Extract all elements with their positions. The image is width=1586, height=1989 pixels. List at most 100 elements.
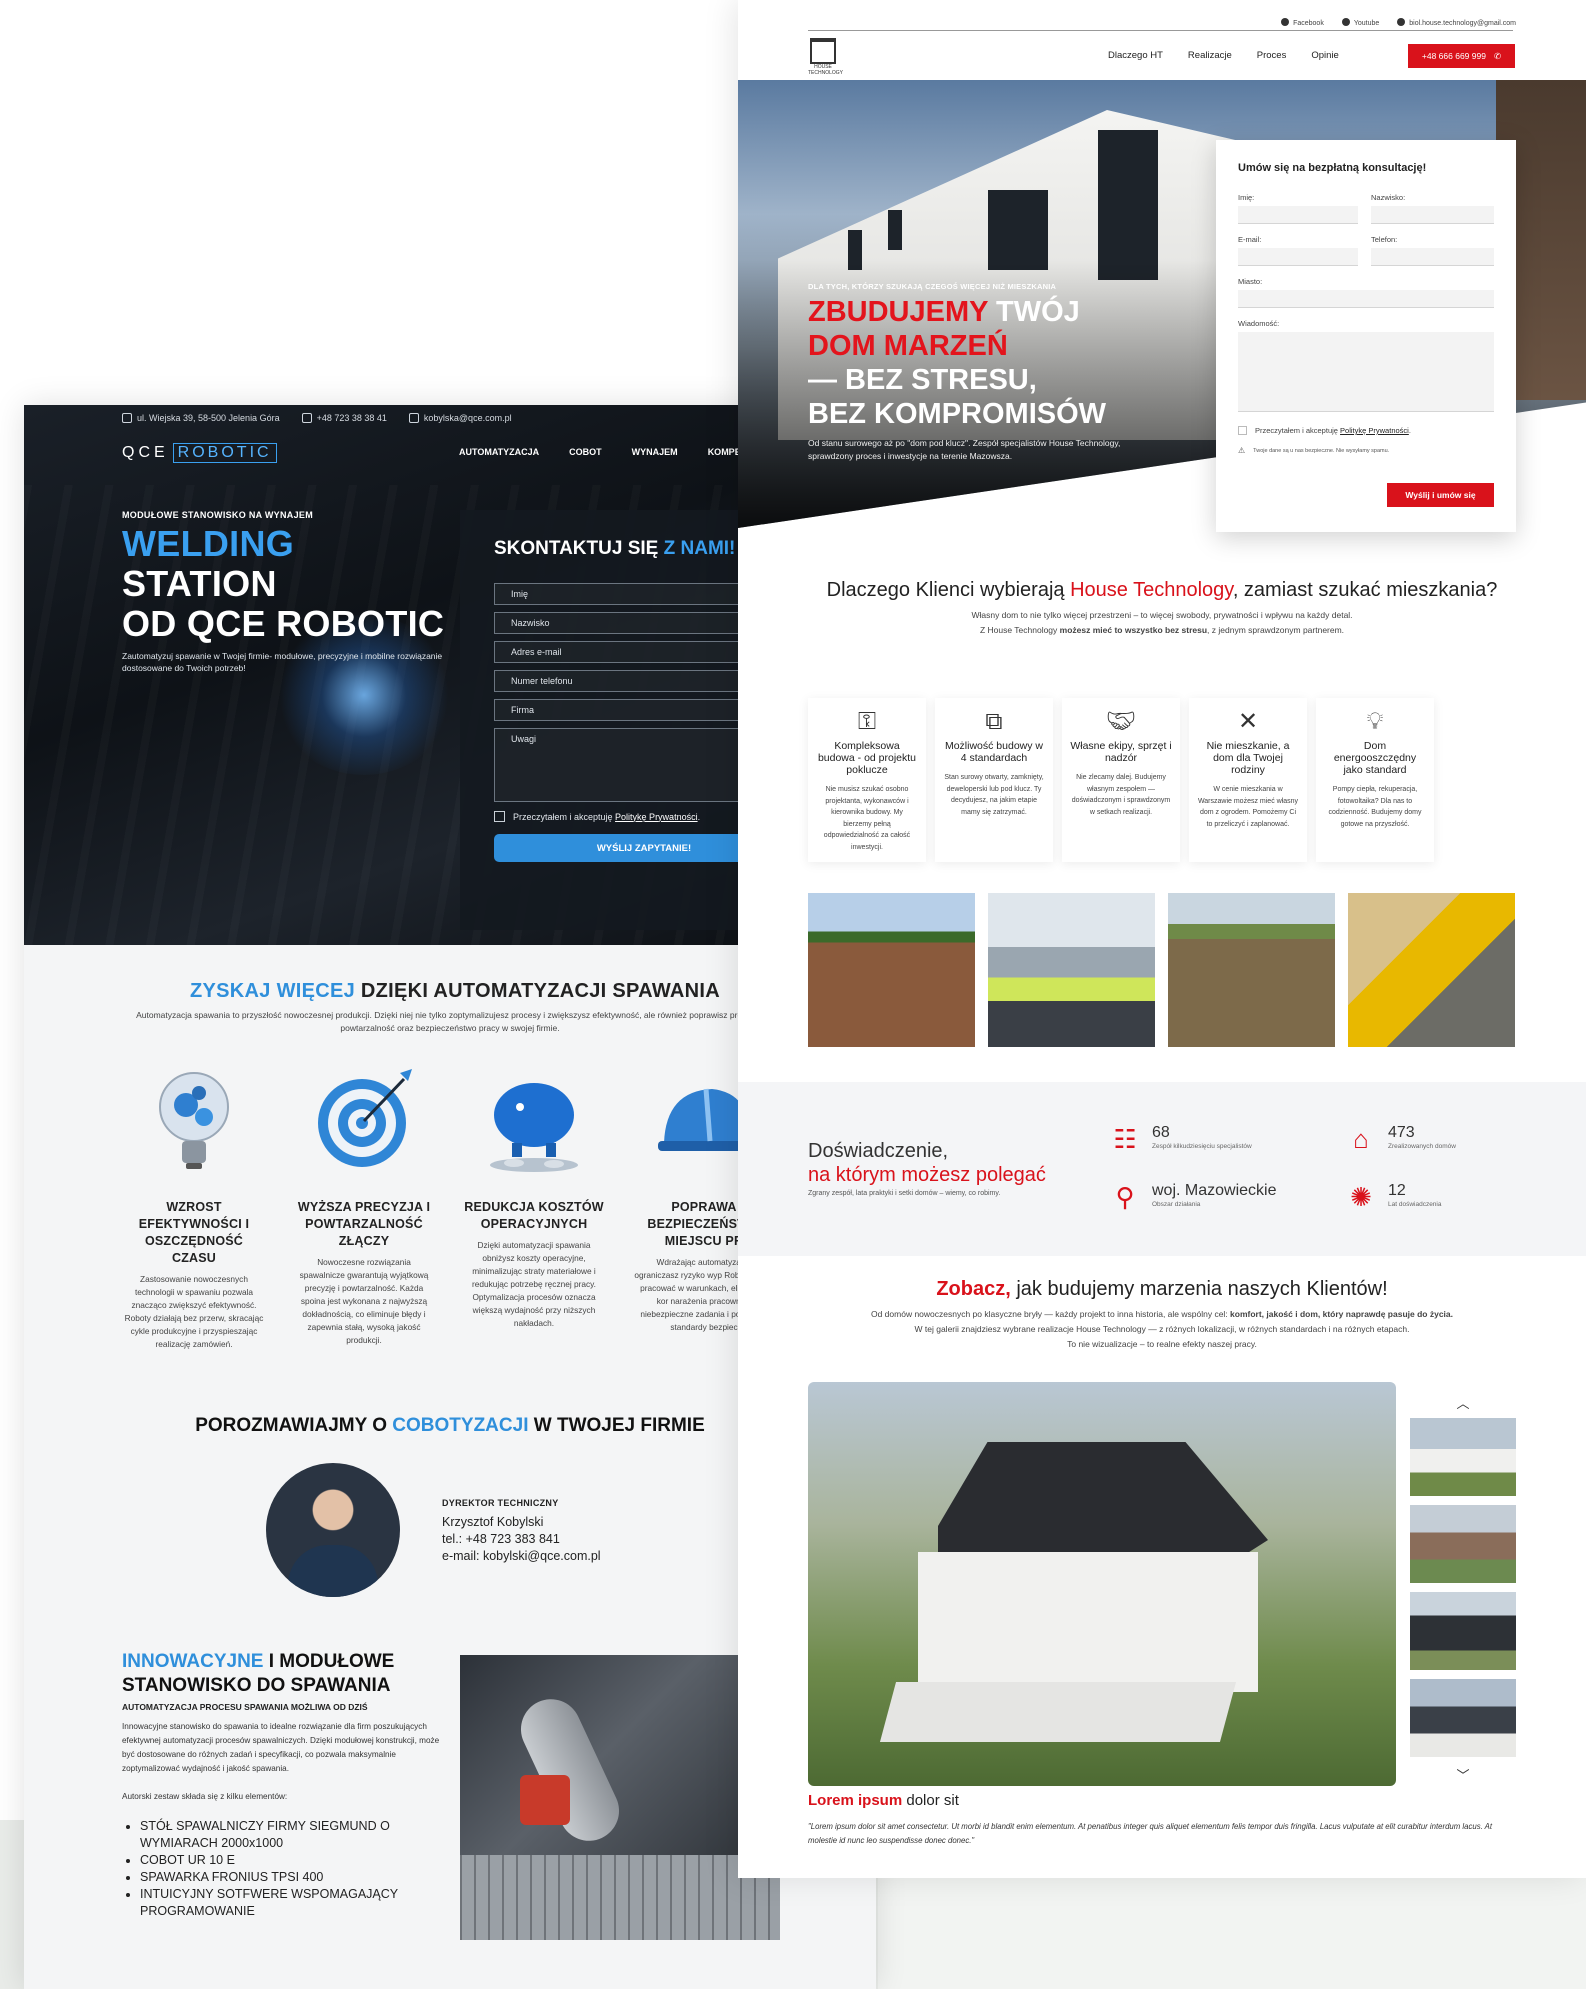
- stat-team: ☷ 68 Zespół kilkudziesięciu specjalistów: [1110, 1124, 1251, 1154]
- chevron-up-icon[interactable]: ︿: [1410, 1393, 1516, 1411]
- city-input[interactable]: [1238, 290, 1494, 308]
- warning-icon: ⚠: [1238, 446, 1246, 455]
- ht-hero-text: DLA TYCH, KTÓRZY SZUKAJĄ CZEGOŚ WIĘCEJ N…: [808, 282, 1128, 463]
- person-phone[interactable]: tel.: +48 723 383 841: [442, 1531, 601, 1548]
- phone-icon: ✆: [1493, 50, 1502, 61]
- nav-item-proces[interactable]: Proces: [1257, 50, 1287, 61]
- ht-header: Facebook Youtube biol.house.technology@g…: [738, 0, 1586, 80]
- chevron-down-icon[interactable]: ﹀: [1410, 1765, 1516, 1783]
- gallery-main-photo[interactable]: [808, 1382, 1396, 1786]
- hero-description: Od stanu surowego aż po "dom pod klucz".…: [808, 438, 1121, 461]
- house-logo-icon: [810, 38, 836, 64]
- card-energy-efficient: 💡︎ Dom energooszczędny jako standard Pompy…: [1316, 698, 1434, 862]
- gallery-thumb[interactable]: [1410, 1679, 1516, 1757]
- card-family-house: ✕ Nie mieszkanie, a dom dla Twojej rodzin…: [1189, 698, 1307, 862]
- handshake-icon: 🤝︎: [1105, 708, 1137, 735]
- gallery-caption: Lorem ipsum dolor sit: [808, 1792, 959, 1809]
- construction-photos: [808, 893, 1515, 1047]
- menu-item-cobot[interactable]: COBOT: [569, 447, 602, 457]
- privacy-checkbox[interactable]: [494, 811, 505, 822]
- stat-houses: ⌂ 473 Zrealizowanych domów: [1346, 1124, 1456, 1154]
- house-icon: ⌂: [1353, 1124, 1369, 1154]
- topbar-address[interactable]: ul. Wiejska 39, 58-500 Jelenia Góra: [122, 413, 280, 423]
- gallery-thumb[interactable]: [1410, 1505, 1516, 1583]
- gallery-thumb[interactable]: [1410, 1592, 1516, 1670]
- station-subtitle: AUTOMATYZACJA PROCESU SPAWANIA MOŻLIWA O…: [122, 1702, 368, 1712]
- gallery-quote: "Lorem ipsum dolor sit amet consectetur.…: [808, 1822, 1493, 1845]
- why-section: Dlaczego Klienci wybierają House Technol…: [738, 578, 1586, 638]
- person-role: DYREKTOR TECHNICZNY: [442, 1498, 559, 1508]
- key-icon: ⚿: [857, 708, 877, 735]
- experience-title: Doświadczenie, na którym możesz polegać: [808, 1140, 1046, 1186]
- first-name-input[interactable]: [1238, 206, 1358, 224]
- ht-logo[interactable]: HOUSE TECHNOLOGY: [808, 38, 843, 76]
- nav-item-opinie[interactable]: Opinie: [1311, 50, 1338, 61]
- gallery-section: Zobacz, jak budujemy marzenia naszych Kl…: [738, 1278, 1586, 1352]
- message-textarea[interactable]: [1238, 332, 1494, 412]
- facebook-link[interactable]: Facebook: [1281, 18, 1324, 27]
- cobot-photo: [460, 1655, 780, 1940]
- feature-cost-reduction: REDUKCJA KOSZTÓW OPERACYJNYCH Dzięki aut…: [464, 1065, 604, 1351]
- phone-icon: [301, 413, 312, 423]
- ht-social-links: Facebook Youtube biol.house.technology@g…: [1281, 18, 1516, 27]
- privacy-consent: Przeczytałem i akceptuję Politykę Prywat…: [1238, 426, 1411, 435]
- piggy-bank-icon: [484, 1065, 584, 1175]
- list-item: INTUICYJNY SOTFWERE WSPOMAGAJĄCY PROGRAM…: [140, 1886, 442, 1920]
- why-cards: ⚿ Kompleksowa budowa - od projektu pokluc…: [808, 698, 1434, 862]
- privacy-policy-link[interactable]: Politykę Prywatności: [1340, 426, 1409, 435]
- photo-excavator[interactable]: [1348, 893, 1515, 1047]
- send-button[interactable]: Wyślij i umów się: [1387, 483, 1494, 507]
- benefits-description: Automatyzacja spawania to przyszłość now…: [136, 1010, 764, 1033]
- phone-input[interactable]: [1371, 248, 1494, 266]
- topbar-phone[interactable]: +48 723 38 38 41: [301, 413, 387, 423]
- nav-item-dlaczego-ht[interactable]: Dlaczego HT: [1108, 50, 1163, 61]
- privacy-policy-link[interactable]: Politykę Prywatności: [615, 812, 698, 822]
- menu-item-automatyzacja[interactable]: AUTOMATYZACJA: [459, 447, 539, 457]
- feature-efficiency: WZROST EFEKTYWNOŚCI I OSZCZĘDNOŚĆ CZASU …: [124, 1065, 264, 1351]
- youtube-link[interactable]: Youtube: [1341, 18, 1379, 27]
- hero-kicker: DLA TYCH, KTÓRZY SZUKAJĄ CZEGOŚ WIĘCEJ N…: [808, 282, 1057, 291]
- topbar-email[interactable]: kobylska@qce.com.pl: [408, 413, 512, 423]
- menu-item-wynajem[interactable]: WYNAJEM: [632, 447, 678, 457]
- station-title: INNOWACYJNE I MODUŁOWE STANOWISKO DO SPA…: [122, 1651, 395, 1696]
- qce-logo[interactable]: QCE ROBOTIC: [122, 443, 277, 463]
- location-pin-icon: ⚲: [1115, 1182, 1135, 1212]
- facebook-icon: [1281, 18, 1290, 26]
- card-four-standards: ⧉ Możliwość budowy w 4 standardach Stan su…: [935, 698, 1053, 862]
- list-item: STÓŁ SPAWALNICZY FIRMY SIEGMUND O WYMIAR…: [140, 1818, 442, 1852]
- target-icon: [314, 1065, 414, 1175]
- last-name-input[interactable]: [1371, 206, 1494, 224]
- person-email[interactable]: e-mail: kobylski@qce.com.pl: [442, 1548, 601, 1565]
- mail-icon: [1397, 18, 1406, 26]
- privacy-checkbox[interactable]: [1238, 426, 1247, 435]
- lightbulb-gears-icon: [144, 1065, 244, 1175]
- team-icon: ☷: [1113, 1124, 1137, 1154]
- list-item: COBOT UR 10 E: [140, 1852, 442, 1869]
- why-title: Dlaczego Klienci wybierają House Technol…: [826, 579, 1498, 601]
- form-title: Umów się na bezpłatną konsultację!: [1238, 162, 1427, 174]
- hero-description: Zautomatyzuj spawanie w Twojej firmie- m…: [122, 651, 443, 673]
- feature-precision: WYŻSZA PRECYZJA I POWTARZALNOŚĆ ZŁĄCZY N…: [294, 1065, 434, 1351]
- nav-item-realizacje[interactable]: Realizacje: [1188, 50, 1232, 61]
- gallery-thumb[interactable]: [1410, 1418, 1516, 1496]
- photo-foundation[interactable]: [808, 893, 975, 1047]
- why-description: Własny dom to nie tylko więcej przestrze…: [971, 610, 1353, 635]
- photo-team[interactable]: [988, 893, 1155, 1047]
- building-icon: [122, 413, 132, 423]
- eco-bulb-icon: 💡︎: [1366, 708, 1384, 735]
- contact-person: DYREKTOR TECHNICZNY Krzysztof Kobylski t…: [442, 1498, 601, 1565]
- person-name: Krzysztof Kobylski: [442, 1515, 544, 1529]
- email-link[interactable]: biol.house.technology@gmail.com: [1397, 18, 1516, 27]
- experience-subtitle: Zgrany zespół, lata praktyki i setki dom…: [808, 1190, 1001, 1197]
- phone-button[interactable]: +48 666 669 999 ✆: [1408, 44, 1515, 68]
- consultation-form: Umów się na bezpłatną konsultację! Imię:…: [1216, 140, 1516, 532]
- puzzle-icon: ⧉: [985, 708, 1003, 735]
- ht-nav: Dlaczego HT Realizacje Proces Opinie: [1108, 50, 1339, 61]
- qce-hero-text: MODUŁOWE STANOWISKO NA WYNAJEM WELDING S…: [122, 510, 452, 674]
- data-safety-note: ⚠ Twoje dane są u nas bezpieczne. Nie wys…: [1238, 446, 1390, 455]
- gallery-thumbnails: ︿ ﹀: [1410, 1393, 1516, 1783]
- photo-excavation[interactable]: [1168, 893, 1335, 1047]
- station-kit-list: STÓŁ SPAWALNICZY FIRMY SIEGMUND O WYMIAR…: [122, 1818, 442, 1920]
- award-icon: ✺: [1350, 1182, 1372, 1212]
- email-input[interactable]: [1238, 248, 1358, 266]
